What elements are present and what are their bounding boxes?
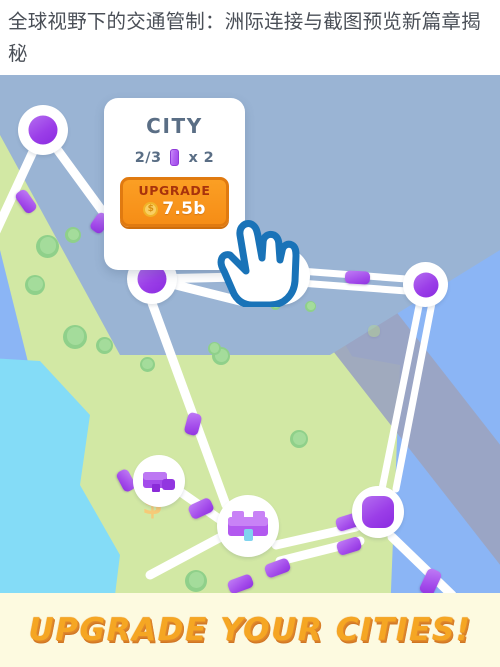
game-map[interactable]: $ bbox=[0, 75, 500, 593]
vehicle bbox=[368, 325, 380, 337]
tree-decoration bbox=[36, 235, 59, 258]
node-city-south[interactable] bbox=[217, 495, 279, 557]
upgrade-price-row: $ 7.5b bbox=[123, 199, 226, 219]
tree-decoration bbox=[290, 430, 308, 448]
tree-decoration bbox=[305, 301, 316, 312]
node-core-icon bbox=[362, 496, 394, 528]
level-ratio: 2/3 bbox=[134, 149, 162, 166]
city-building-icon bbox=[226, 509, 271, 550]
tree-decoration bbox=[140, 357, 155, 372]
tree-decoration bbox=[65, 227, 81, 243]
popup-stats-row: 2/3 x 2 bbox=[104, 149, 245, 166]
tree-decoration bbox=[63, 325, 87, 349]
road-south-west bbox=[145, 532, 226, 580]
upgrade-button[interactable]: UPGRADE $ 7.5b bbox=[120, 177, 229, 227]
popup-title: CITY bbox=[146, 114, 203, 138]
node-core-icon bbox=[28, 115, 58, 145]
node-city-east[interactable] bbox=[352, 486, 404, 538]
node-core-icon bbox=[413, 272, 438, 297]
article-header: 全球视野下的交通管制：洲际连接与截图预览新篇章揭秘 bbox=[0, 0, 500, 75]
road-center-east-spur bbox=[171, 280, 245, 306]
upgrade-price: 7.5b bbox=[162, 199, 206, 219]
banner-text: UPGRADE YOUR CITIES! bbox=[28, 612, 472, 648]
city-building-icon bbox=[263, 261, 301, 296]
node-city-midright[interactable] bbox=[252, 247, 310, 305]
tree-decoration bbox=[96, 337, 113, 354]
bus-capsule-icon bbox=[170, 149, 180, 166]
coin-icon: $ bbox=[143, 201, 159, 217]
node-city-northwest[interactable] bbox=[18, 105, 68, 155]
tree-decoration bbox=[25, 275, 45, 295]
tree-decoration bbox=[208, 342, 221, 355]
vehicle bbox=[344, 270, 371, 285]
city-building-icon bbox=[142, 468, 178, 501]
bottom-banner: UPGRADE YOUR CITIES! bbox=[0, 593, 500, 667]
tree-decoration bbox=[185, 570, 207, 592]
upgrade-button-label: UPGRADE bbox=[138, 183, 211, 198]
bus-multiplier: x 2 bbox=[188, 149, 215, 166]
city-info-card[interactable]: CITY 2/3 x 2 UPGRADE $ 7.5b bbox=[104, 98, 245, 270]
game-screenshot: $ bbox=[0, 75, 500, 667]
page-title: 全球视野下的交通管制：洲际连接与截图预览新篇章揭秘 bbox=[8, 10, 481, 65]
node-city-southwest[interactable] bbox=[133, 455, 185, 507]
node-city-northeast[interactable] bbox=[403, 262, 448, 307]
